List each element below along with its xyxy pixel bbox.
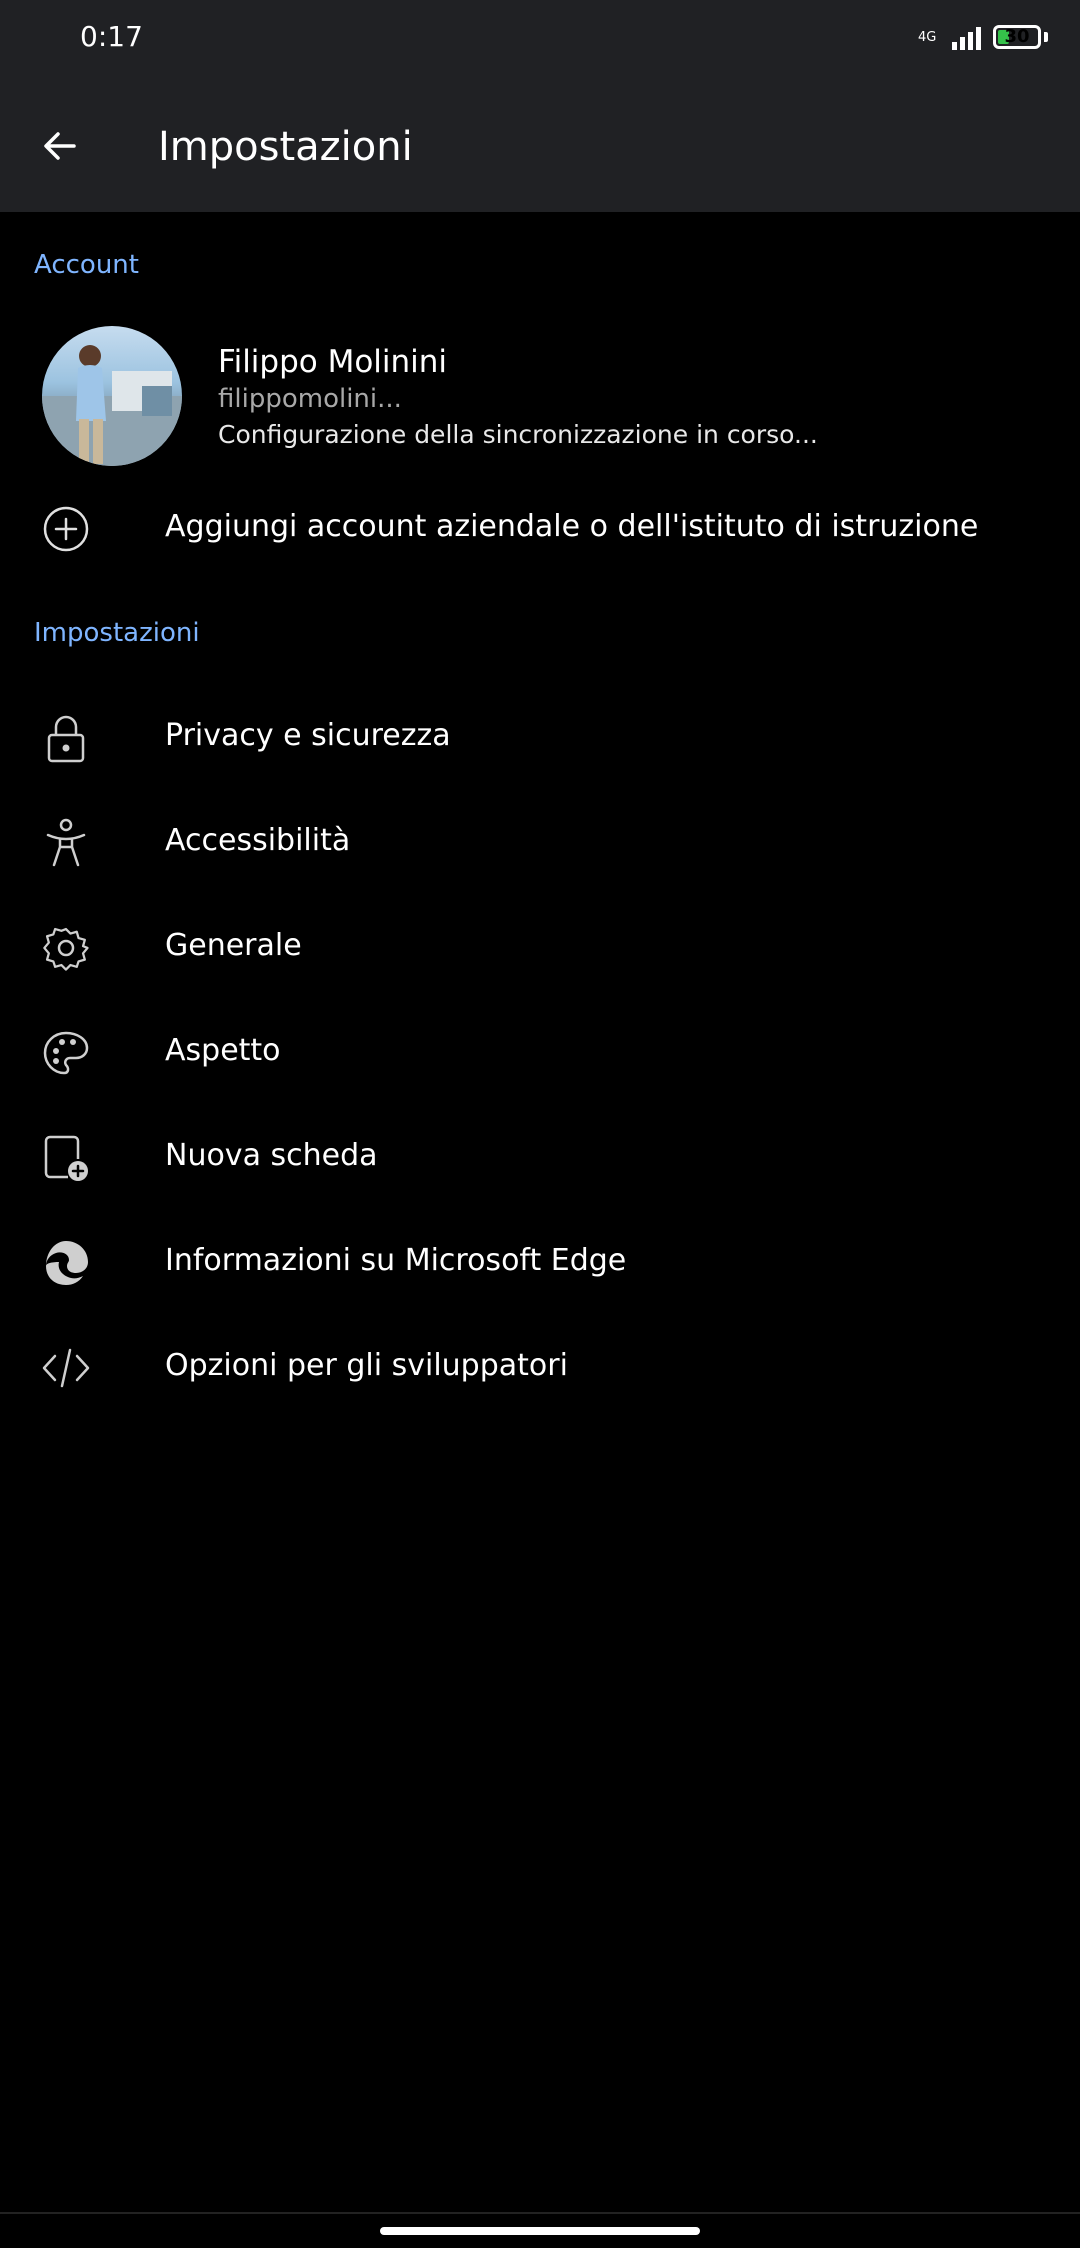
add-account-row[interactable]: Aggiungi account aziendale o dell'istitu… xyxy=(0,479,1080,579)
accessibility-icon xyxy=(40,817,92,869)
battery-level: 30 xyxy=(1004,26,1030,47)
menu-item-new-tab[interactable]: Nuova scheda xyxy=(0,1108,1080,1208)
account-email: filippomolini... xyxy=(218,384,402,414)
network-type: 4G xyxy=(918,29,937,45)
page-title: Impostazioni xyxy=(158,124,413,170)
menu-item-label: Aspetto xyxy=(165,1033,281,1068)
menu-item-label: Privacy e sicurezza xyxy=(165,718,451,753)
menu-item-developer-options[interactable]: Opzioni per gli sviluppatori xyxy=(0,1318,1080,1418)
lock-icon xyxy=(40,712,92,764)
account-section-label: Account xyxy=(34,250,139,280)
account-profile-row[interactable]: Filippo Molinini filippomolini... Config… xyxy=(0,318,1080,468)
add-account-label: Aggiungi account aziendale o dell'istitu… xyxy=(165,509,979,544)
code-icon xyxy=(40,1342,92,1394)
edge-logo-icon xyxy=(40,1237,92,1289)
menu-item-label: Generale xyxy=(165,928,302,963)
menu-item-appearance[interactable]: Aspetto xyxy=(0,1003,1080,1103)
avatar xyxy=(42,326,182,466)
status-bar: 0:17 4G 30 xyxy=(0,0,1080,76)
arrow-left-icon xyxy=(44,132,76,160)
status-time: 0:17 xyxy=(80,20,143,53)
back-button[interactable] xyxy=(30,116,90,176)
gear-icon xyxy=(40,922,92,974)
menu-item-general[interactable]: Generale xyxy=(0,898,1080,998)
add-circle-icon xyxy=(40,503,92,555)
palette-icon xyxy=(40,1027,92,1079)
new-tab-icon xyxy=(40,1132,92,1184)
menu-item-label: Informazioni su Microsoft Edge xyxy=(165,1243,627,1278)
sync-status: Configurazione della sincronizzazione in… xyxy=(218,420,818,449)
home-indicator[interactable] xyxy=(380,2227,700,2235)
signal-icon xyxy=(952,24,981,50)
menu-item-accessibility[interactable]: Accessibilità xyxy=(0,793,1080,893)
menu-item-label: Nuova scheda xyxy=(165,1138,378,1173)
menu-item-about-edge[interactable]: Informazioni su Microsoft Edge xyxy=(0,1213,1080,1313)
menu-item-label: Opzioni per gli sviluppatori xyxy=(165,1348,568,1383)
battery-icon: 30 xyxy=(993,25,1041,49)
menu-item-privacy[interactable]: Privacy e sicurezza xyxy=(0,688,1080,788)
status-icons: 4G 30 xyxy=(918,20,1048,54)
account-name: Filippo Molinini xyxy=(218,344,448,380)
settings-section-label: Impostazioni xyxy=(34,618,200,648)
nav-divider xyxy=(0,2212,1080,2214)
app-bar: Impostazioni xyxy=(0,76,1080,212)
battery-cap xyxy=(1044,32,1048,42)
menu-item-label: Accessibilità xyxy=(165,823,351,858)
